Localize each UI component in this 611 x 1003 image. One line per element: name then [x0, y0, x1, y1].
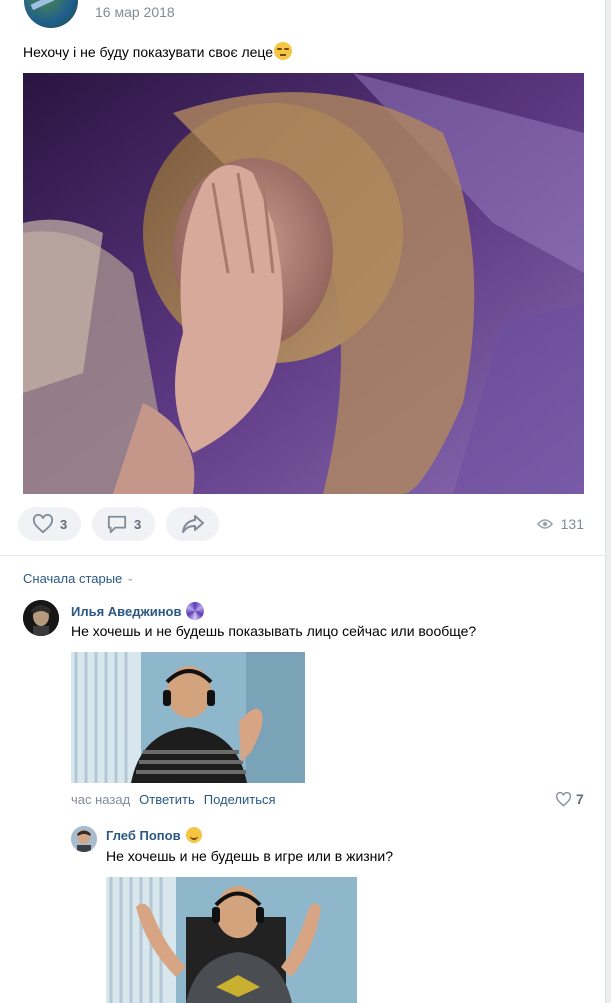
comment-author-name: Глеб Попов: [106, 827, 181, 843]
reply-link[interactable]: Ответить: [139, 792, 195, 807]
heart-icon: [32, 514, 54, 534]
comment-icon: [107, 515, 127, 534]
post-text: Нехочу і не буду показувати своє леце: [23, 42, 293, 60]
avatar-image: [23, 600, 59, 636]
comment-time[interactable]: час назад: [71, 792, 130, 807]
comment-text: Не хочешь и не будешь в игре или в жизни…: [106, 848, 394, 864]
views-count: 131: [560, 516, 584, 532]
comment-photo[interactable]: [71, 652, 305, 783]
comment-photo-image: [71, 652, 305, 783]
chevron-down-icon: ⌄: [126, 573, 135, 584]
eye-icon: [536, 519, 553, 529]
smile-emoji-icon: [185, 827, 202, 843]
comment-meta: час назад Ответить Поделиться: [71, 792, 276, 807]
comment-author[interactable]: Глеб Попов: [106, 827, 202, 843]
comment-photo-image: [106, 877, 357, 1003]
comment-like-count: 7: [576, 791, 584, 807]
post-text-content: Нехочу і не буду показувати своє леце: [23, 44, 274, 60]
post-photo-image: [23, 73, 584, 494]
post-actions: 3 3 131: [18, 507, 588, 541]
comment-avatar-ilya[interactable]: [23, 600, 59, 636]
share-link[interactable]: Поделиться: [204, 792, 276, 807]
comment-photo[interactable]: [106, 877, 357, 1003]
post-header: 16 мар 2018: [0, 0, 606, 30]
heart-icon: [555, 791, 572, 807]
comments-sort-dropdown[interactable]: Сначала старые ⌄: [23, 571, 135, 586]
avatar-image: [71, 826, 97, 852]
comment-text: Не хочешь и не будешь показывать лицо се…: [71, 623, 477, 639]
like-button[interactable]: 3: [18, 507, 82, 541]
views-counter: 131: [536, 516, 584, 532]
post-photo[interactable]: [23, 73, 584, 494]
share-button[interactable]: [166, 507, 219, 541]
relieved-face-emoji-icon: [274, 42, 293, 60]
author-avatar[interactable]: [24, 0, 78, 28]
spiral-badge-icon: [186, 602, 205, 620]
sort-label: Сначала старые: [23, 571, 123, 586]
comment-button[interactable]: 3: [92, 507, 156, 541]
post-date[interactable]: 16 мар 2018: [95, 4, 175, 20]
post-card: 16 мар 2018 Нехочу і не буду показувати …: [0, 0, 606, 1003]
comment-like-button[interactable]: 7: [555, 791, 584, 807]
like-count: 3: [60, 516, 68, 532]
comment-author-name: Илья Аведжинов: [71, 603, 182, 619]
share-icon: [181, 515, 204, 533]
comment-avatar-gleb[interactable]: [71, 826, 97, 852]
divider: [0, 555, 606, 556]
comment-author[interactable]: Илья Аведжинов: [71, 602, 205, 620]
comment-count: 3: [134, 516, 142, 532]
